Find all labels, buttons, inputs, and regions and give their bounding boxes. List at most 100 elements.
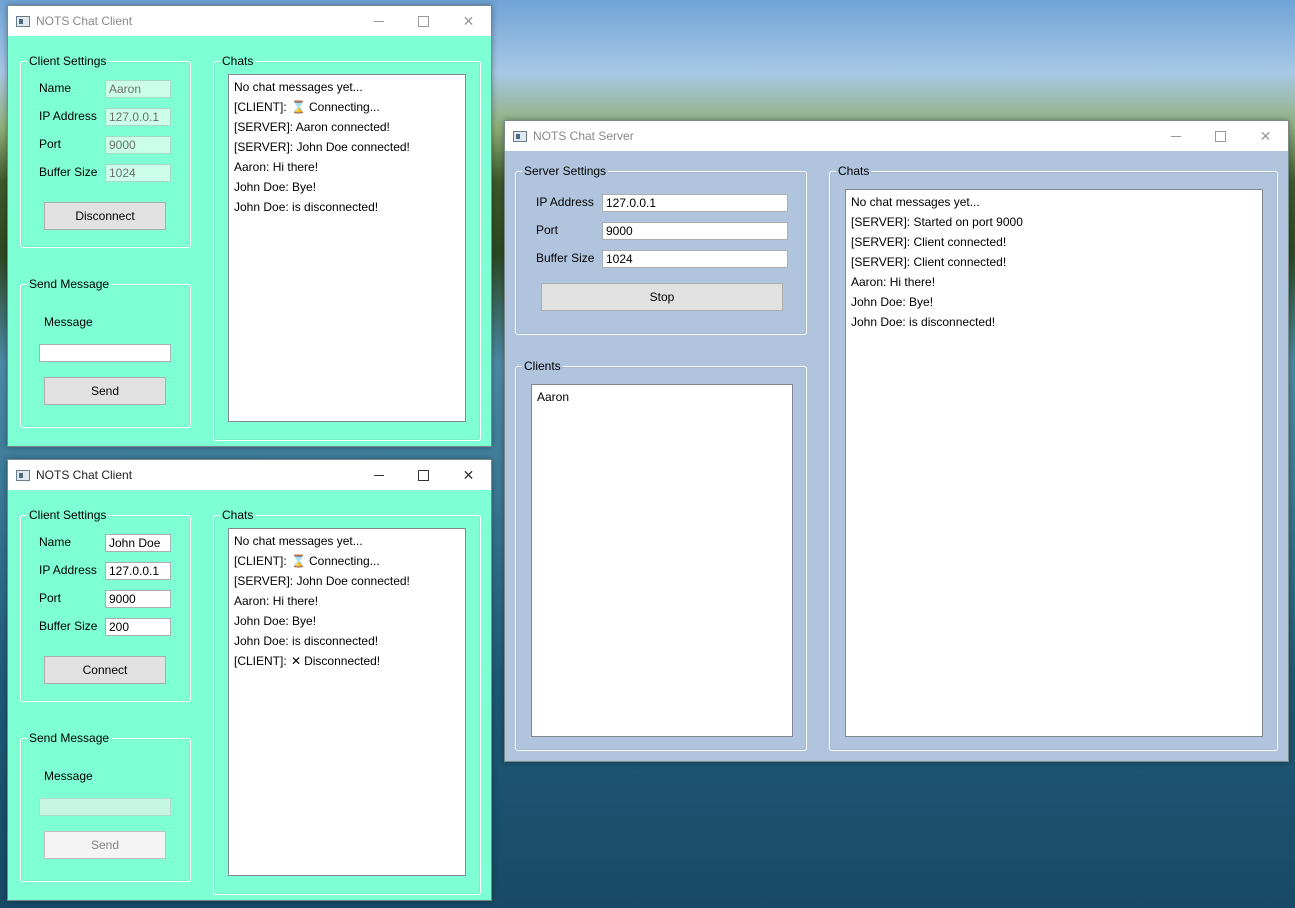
send-message-group: Send Message Message Send xyxy=(20,277,191,428)
buffer-size-input[interactable]: 200 xyxy=(105,618,171,636)
chat-message: John Doe: is disconnected! xyxy=(851,315,996,329)
chat-message: Aaron: Hi there! xyxy=(851,275,936,289)
disconnect-button[interactable]: Disconnect xyxy=(44,202,166,230)
chat-message: Aaron: Hi there! xyxy=(234,160,319,174)
port-input[interactable]: 9000 xyxy=(602,222,788,240)
window-title: NOTS Chat Client xyxy=(36,468,133,482)
buffer-size-label: Buffer Size xyxy=(39,165,98,179)
ip-address-label: IP Address xyxy=(39,109,97,123)
client-settings-group: Client Settings Name Aaron IP Address 12… xyxy=(20,54,191,248)
port-input[interactable]: 9000 xyxy=(105,590,171,608)
clients-group: Clients Aaron xyxy=(515,359,807,751)
ip-address-label: IP Address xyxy=(39,563,97,577)
name-input[interactable]: Aaron xyxy=(105,80,171,98)
minimize-button[interactable] xyxy=(356,6,401,36)
send-message-group: Send Message Message Send xyxy=(20,731,191,882)
chat-message: No chat messages yet... xyxy=(234,534,363,548)
title-bar[interactable]: NOTS Chat Client ✕ xyxy=(8,6,491,36)
chats-list[interactable]: No chat messages yet... [CLIENT]: ⌛ Conne… xyxy=(228,74,466,422)
send-button[interactable]: Send xyxy=(44,377,166,405)
name-input[interactable]: John Doe xyxy=(105,534,171,552)
chat-message: [CLIENT]: ⌛ Connecting... xyxy=(234,554,380,568)
chat-message: [SERVER]: Aaron connected! xyxy=(234,120,390,134)
close-button[interactable]: ✕ xyxy=(446,6,491,36)
group-label: Clients xyxy=(522,359,563,373)
group-label: Chats xyxy=(836,164,872,178)
maximize-button[interactable] xyxy=(401,6,446,36)
chats-group: Chats No chat messages yet... [CLIENT]: … xyxy=(213,508,481,895)
chat-message: [SERVER]: Started on port 9000 xyxy=(851,215,1023,229)
server-body: Server Settings IP Address 127.0.0.1 Por… xyxy=(505,151,1288,761)
chat-message: John Doe: Bye! xyxy=(234,180,317,194)
app-icon xyxy=(16,15,30,27)
window-title: NOTS Chat Server xyxy=(533,129,634,143)
client-settings-group: Client Settings Name John Doe IP Address… xyxy=(20,508,191,702)
chat-message: Aaron: Hi there! xyxy=(234,594,319,608)
client-body: Client Settings Name John Doe IP Address… xyxy=(8,490,491,900)
chat-message: [SERVER]: John Doe connected! xyxy=(234,574,410,588)
app-icon xyxy=(16,469,30,481)
chat-message: [CLIENT]: ✕ Disconnected! xyxy=(234,654,381,668)
chat-message: John Doe: Bye! xyxy=(851,295,934,309)
hourglass-icon: ⌛ xyxy=(291,554,306,568)
maximize-button[interactable] xyxy=(401,460,446,490)
name-label: Name xyxy=(39,535,72,549)
cross-icon: ✕ xyxy=(291,654,302,668)
hourglass-icon: ⌛ xyxy=(291,100,306,114)
port-label: Port xyxy=(39,591,62,605)
ip-address-input[interactable]: 127.0.0.1 xyxy=(105,562,171,580)
title-bar[interactable]: NOTS Chat Client ✕ xyxy=(8,460,491,490)
chats-group: Chats No chat messages yet... [SERVER]: … xyxy=(829,164,1278,751)
group-label: Client Settings xyxy=(27,508,109,522)
close-button[interactable]: ✕ xyxy=(1243,121,1288,151)
port-input[interactable]: 9000 xyxy=(105,136,171,154)
ip-address-input[interactable]: 127.0.0.1 xyxy=(105,108,171,126)
chats-group: Chats No chat messages yet... [CLIENT]: … xyxy=(213,54,481,441)
message-label: Message xyxy=(44,315,93,329)
window-title: NOTS Chat Client xyxy=(36,14,133,28)
chat-message: No chat messages yet... xyxy=(234,80,363,94)
chat-message: [SERVER]: Client connected! xyxy=(851,255,1007,269)
server-settings-group: Server Settings IP Address 127.0.0.1 Por… xyxy=(515,164,807,335)
message-label: Message xyxy=(44,769,93,783)
stop-button[interactable]: Stop xyxy=(541,283,783,311)
name-label: Name xyxy=(39,81,72,95)
port-label: Port xyxy=(536,223,559,237)
chat-message: No chat messages yet... xyxy=(851,195,980,209)
ip-address-label: IP Address xyxy=(536,195,594,209)
server-window: NOTS Chat Server ✕ Server Settings IP Ad… xyxy=(504,120,1289,762)
title-bar[interactable]: NOTS Chat Server ✕ xyxy=(505,121,1288,151)
buffer-size-input[interactable]: 1024 xyxy=(105,164,171,182)
send-button[interactable]: Send xyxy=(44,831,166,859)
client-window-john-doe: NOTS Chat Client ✕ Client Settings Name … xyxy=(7,459,492,901)
minimize-button[interactable] xyxy=(356,460,401,490)
group-label: Client Settings xyxy=(27,54,109,68)
chat-message: John Doe: Bye! xyxy=(234,614,317,628)
clients-list[interactable]: Aaron xyxy=(531,384,793,737)
buffer-size-input[interactable]: 1024 xyxy=(602,250,788,268)
chat-message: [CLIENT]: ⌛ Connecting... xyxy=(234,100,380,114)
chat-message: [SERVER]: John Doe connected! xyxy=(234,140,410,154)
message-input[interactable] xyxy=(39,798,171,816)
message-input[interactable] xyxy=(39,344,171,362)
group-label: Send Message xyxy=(27,731,112,745)
group-label: Send Message xyxy=(27,277,112,291)
ip-address-input[interactable]: 127.0.0.1 xyxy=(602,194,788,212)
group-label: Chats xyxy=(220,54,256,68)
maximize-button[interactable] xyxy=(1198,121,1243,151)
buffer-size-label: Buffer Size xyxy=(39,619,98,633)
minimize-button[interactable] xyxy=(1153,121,1198,151)
chat-message: John Doe: is disconnected! xyxy=(234,200,379,214)
chats-list[interactable]: No chat messages yet... [CLIENT]: ⌛ Conne… xyxy=(228,528,466,876)
close-button[interactable]: ✕ xyxy=(446,460,491,490)
group-label: Server Settings xyxy=(522,164,609,178)
connect-button[interactable]: Connect xyxy=(44,656,166,684)
buffer-size-label: Buffer Size xyxy=(536,251,595,265)
client-window-aaron: NOTS Chat Client ✕ Client Settings Name … xyxy=(7,5,492,447)
port-label: Port xyxy=(39,137,62,151)
chat-message: [SERVER]: Client connected! xyxy=(851,235,1007,249)
chat-message: John Doe: is disconnected! xyxy=(234,634,379,648)
app-icon xyxy=(513,130,527,142)
client-list-item[interactable]: Aaron xyxy=(537,389,787,409)
chats-list[interactable]: No chat messages yet... [SERVER]: Starte… xyxy=(845,189,1263,737)
